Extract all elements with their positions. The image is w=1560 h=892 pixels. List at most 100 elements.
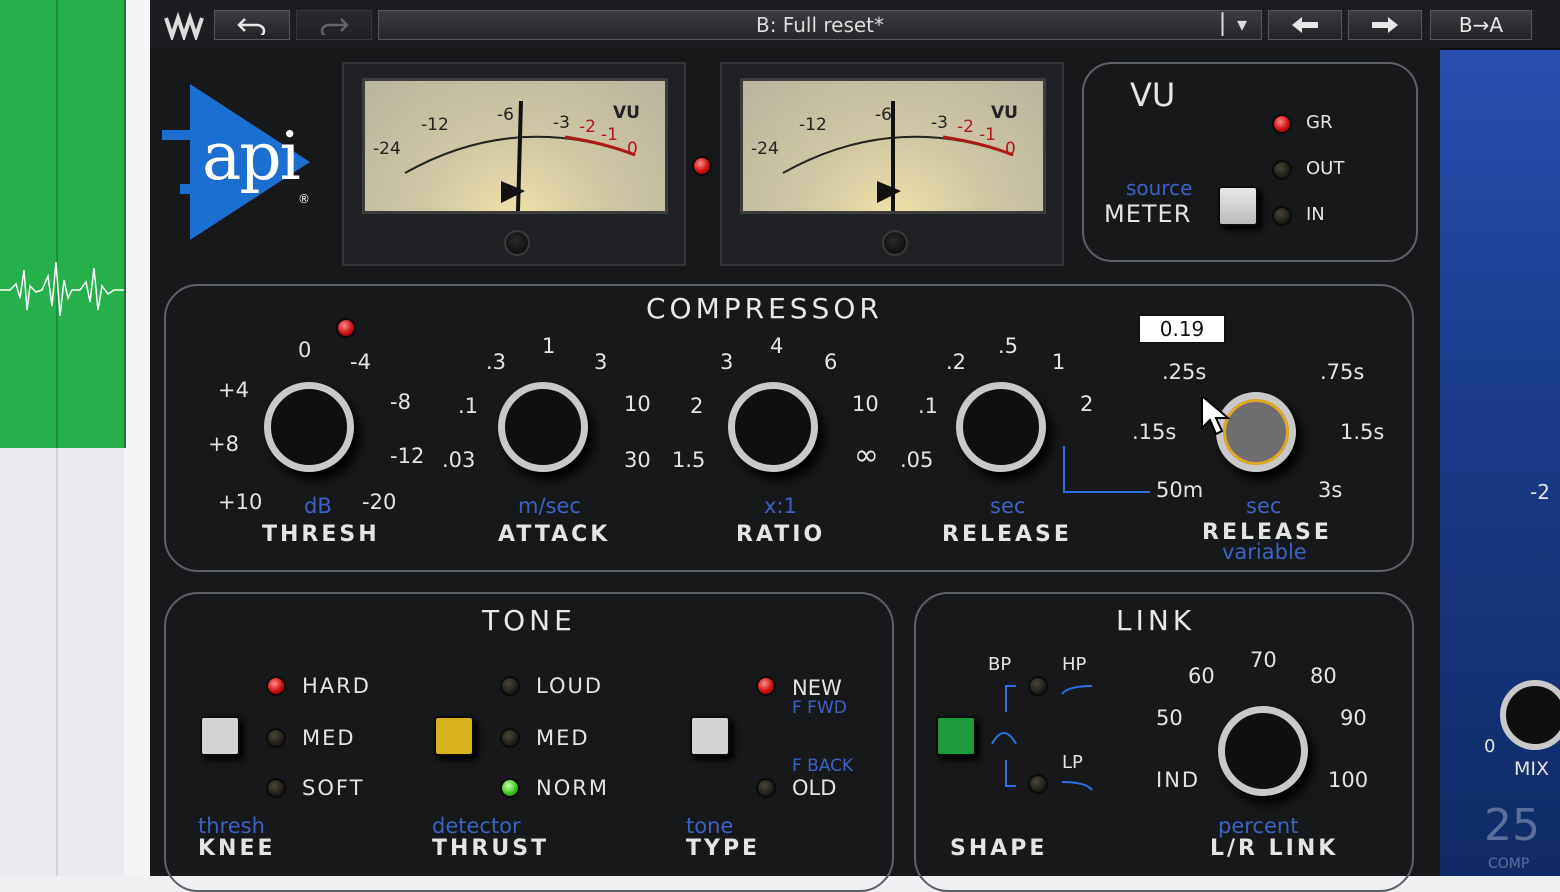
audio-clip[interactable] <box>0 0 126 448</box>
attack-scale-label: 3 <box>594 350 608 374</box>
attack-scale-label: 10 <box>624 392 651 416</box>
next-plugin-panel <box>1440 48 1560 876</box>
shape-hp-label: HP <box>1062 654 1087 675</box>
meter-tick-label: -6 <box>497 105 514 125</box>
clip-divider <box>56 0 58 448</box>
preset-name-field[interactable]: B: Full reset* ▏▾ <box>378 10 1262 40</box>
thresh-scale-label: +4 <box>218 378 249 402</box>
thresh-led <box>336 318 356 338</box>
link-sub-label: percent <box>1218 814 1299 838</box>
meter-tick-label: -24 <box>373 139 401 159</box>
shape-button[interactable] <box>936 716 976 756</box>
undo-button[interactable] <box>214 10 290 40</box>
left-vu-meter: -24 -12 -6 -3 -2 -1 0 VU <box>362 78 668 214</box>
meter-tick-label: 0 <box>1005 139 1016 159</box>
thrust-button[interactable] <box>434 716 474 756</box>
type-old-label: OLD <box>792 776 837 800</box>
attack-scale-label: .1 <box>458 394 479 418</box>
lr-link-knob[interactable] <box>1218 706 1308 796</box>
thresh-knob[interactable] <box>264 382 354 472</box>
attack-scale-label: 30 <box>624 448 651 472</box>
knee-soft-led <box>266 778 286 798</box>
mix-side-label: -2 <box>1530 480 1550 504</box>
thrust-sub-label: detector <box>432 814 521 838</box>
meter-source-button[interactable] <box>1218 186 1258 226</box>
meter-tick-label: -6 <box>875 105 892 125</box>
thresh-scale-label: +10 <box>218 490 263 514</box>
release-var-scale-label: .15s <box>1132 420 1177 444</box>
type-new-sub: F FWD <box>792 698 847 718</box>
knee-label: KNEE <box>198 836 276 861</box>
arrow-right-icon <box>1372 17 1398 33</box>
thresh-scale-label: 0 <box>298 338 312 362</box>
waveform-icon <box>0 261 124 317</box>
right-vu-meter-housing: -24 -12 -6 -3 -2 -1 0 VU <box>720 62 1064 266</box>
gr-led <box>1272 114 1292 134</box>
release-scale-label: .1 <box>918 394 939 418</box>
knee-med-label: MED <box>302 726 356 750</box>
api-2500-plugin: api ® -24 -12 -6 -3 -2 -1 0 VU -24 -12 -… <box>150 48 1440 892</box>
ab-compare-button[interactable]: B→A <box>1430 10 1532 40</box>
release-scale-label: 2 <box>1080 392 1094 416</box>
filter-shape-icons <box>991 685 1093 791</box>
right-meter-calibration-knob[interactable] <box>882 230 908 256</box>
meter-tick-label: -3 <box>553 113 570 133</box>
ratio-scale-label: 10 <box>852 392 879 416</box>
link-title: LINK <box>1116 604 1196 637</box>
thresh-scale-label: -8 <box>390 390 411 414</box>
release-var-scale-label: 1.5s <box>1340 420 1385 444</box>
redo-button[interactable] <box>296 10 372 40</box>
attack-knob[interactable] <box>498 382 588 472</box>
type-sub-label: tone <box>686 814 734 838</box>
meter-tick-label: 0 <box>627 139 638 159</box>
shape-label: SHAPE <box>950 836 1048 861</box>
release-knob[interactable] <box>956 382 1046 472</box>
type-new-led <box>756 676 776 696</box>
link-scale-label: 80 <box>1310 664 1337 688</box>
knee-med-led <box>266 728 286 748</box>
release-var-scale-label: 50m <box>1156 478 1204 502</box>
ratio-knob[interactable] <box>728 382 818 472</box>
link-scale-label: IND <box>1156 768 1201 792</box>
meter-label: METER <box>1104 200 1192 228</box>
link-scale-label: 70 <box>1250 648 1277 672</box>
meter-tick-label: -3 <box>931 113 948 133</box>
thresh-unit: dB <box>304 494 332 518</box>
thresh-scale-label: +8 <box>208 432 239 456</box>
meter-tick-label: -12 <box>799 115 827 135</box>
mix-scale-zero: 0 <box>1484 736 1496 757</box>
meter-tick-label: -1 <box>979 125 996 145</box>
type-button[interactable] <box>690 716 730 756</box>
type-new-label: NEW <box>792 676 842 700</box>
attack-label: ATTACK <box>498 522 611 547</box>
gr-label: GR <box>1306 112 1333 133</box>
plugin-toolbar: B: Full reset* ▏▾ B→A <box>150 0 1560 50</box>
release-scale-label: .2 <box>946 350 967 374</box>
meter-unit: VU <box>991 103 1018 123</box>
thresh-scale-label: -20 <box>362 490 397 514</box>
knee-sub-label: thresh <box>198 814 265 838</box>
preset-dropdown-icon[interactable]: ▏▾ <box>1222 12 1247 36</box>
release-var-scale-label: 3s <box>1318 478 1343 502</box>
release-label: RELEASE <box>942 522 1072 547</box>
thrust-label: THRUST <box>432 836 550 861</box>
left-meter-calibration-knob[interactable] <box>504 230 530 256</box>
waves-logo-icon[interactable] <box>164 10 204 40</box>
next-preset-button[interactable] <box>1348 10 1422 40</box>
in-label: IN <box>1306 204 1325 225</box>
value-readout: 0.19 <box>1138 314 1226 344</box>
release-var-scale-label: .75s <box>1320 360 1365 384</box>
shape-bp-label: BP <box>988 654 1012 675</box>
thrust-med-label: MED <box>536 726 590 750</box>
preset-name: B: Full reset* <box>755 13 885 37</box>
meter-tick-label: -24 <box>751 139 779 159</box>
model-subtitle: COMP <box>1488 856 1530 872</box>
previous-preset-button[interactable] <box>1268 10 1342 40</box>
thrust-med-led <box>500 728 520 748</box>
release-scale-label: 1 <box>1052 350 1066 374</box>
link-scale-label: 90 <box>1340 706 1367 730</box>
knee-button[interactable] <box>200 716 240 756</box>
ratio-scale-label: 6 <box>824 350 838 374</box>
thrust-loud-label: LOUD <box>536 674 604 698</box>
link-section: LINK BP HP LP SHAPE 60 70 80 50 90 IND 1… <box>914 592 1414 892</box>
